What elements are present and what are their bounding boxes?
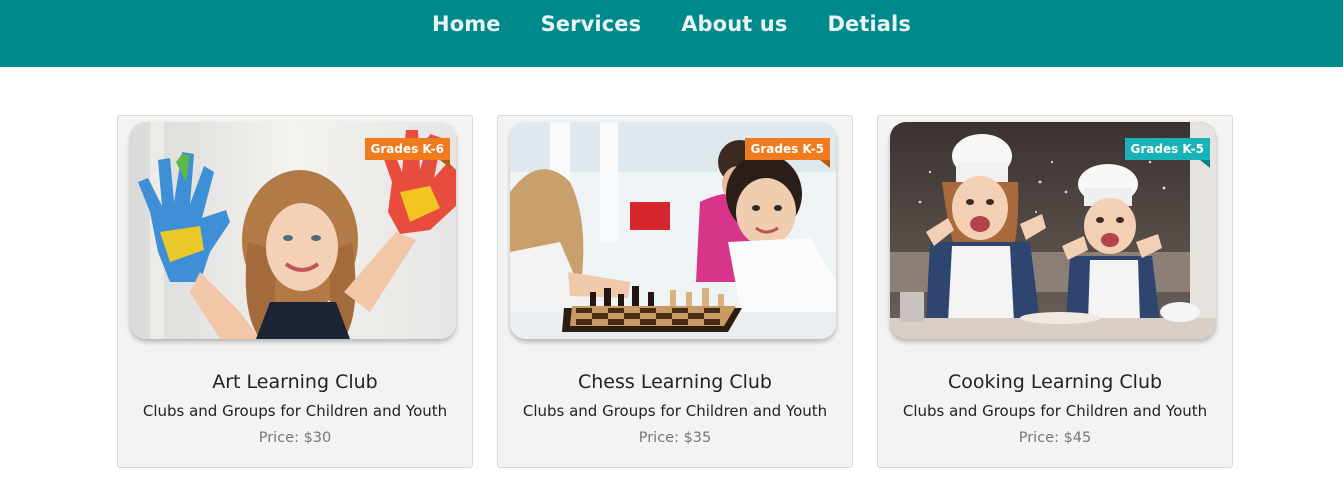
club-card-chess[interactable]: Grades K-5 Chess Learning Club Clubs and… bbox=[497, 115, 853, 468]
grade-badge: Grades K-6 bbox=[364, 138, 450, 168]
club-cards: Grades K-6 Art Learning Club Clubs and G… bbox=[117, 115, 1233, 468]
grade-badge: Grades K-5 bbox=[1124, 138, 1210, 168]
club-title: Chess Learning Club bbox=[577, 371, 772, 393]
club-title: Cooking Learning Club bbox=[947, 371, 1163, 393]
nav-about-us-link[interactable]: About us bbox=[681, 12, 787, 36]
grade-badge: Grades K-5 bbox=[744, 138, 830, 168]
club-subtitle: Clubs and Groups for Children and Youth bbox=[902, 402, 1208, 420]
card-text: Art Learning Club Clubs and Groups for C… bbox=[118, 369, 472, 449]
top-navbar: Home Services About us Detials bbox=[0, 0, 1343, 67]
main-nav: Home Services About us Detials bbox=[432, 12, 911, 36]
club-card-art[interactable]: Grades K-6 Art Learning Club Clubs and G… bbox=[117, 115, 473, 468]
card-text: Chess Learning Club Clubs and Groups for… bbox=[498, 369, 852, 449]
club-photo-cooking: Grades K-5 bbox=[890, 122, 1216, 339]
club-price: Price: $30 bbox=[258, 430, 332, 446]
card-text: Cooking Learning Club Clubs and Groups f… bbox=[878, 369, 1232, 449]
nav-services-link[interactable]: Services bbox=[541, 12, 642, 36]
club-photo-art: Grades K-6 bbox=[130, 122, 456, 339]
nav-details-link[interactable]: Detials bbox=[827, 12, 910, 36]
nav-home-link[interactable]: Home bbox=[432, 12, 501, 36]
club-subtitle: Clubs and Groups for Children and Youth bbox=[522, 402, 828, 420]
club-card-cooking[interactable]: Grades K-5 Cooking Learning Club Clubs a… bbox=[877, 115, 1233, 468]
club-subtitle: Clubs and Groups for Children and Youth bbox=[142, 402, 448, 420]
club-title: Art Learning Club bbox=[212, 371, 378, 393]
club-price: Price: $35 bbox=[638, 430, 712, 446]
club-photo-chess: Grades K-5 bbox=[510, 122, 836, 339]
club-price: Price: $45 bbox=[1018, 430, 1092, 446]
